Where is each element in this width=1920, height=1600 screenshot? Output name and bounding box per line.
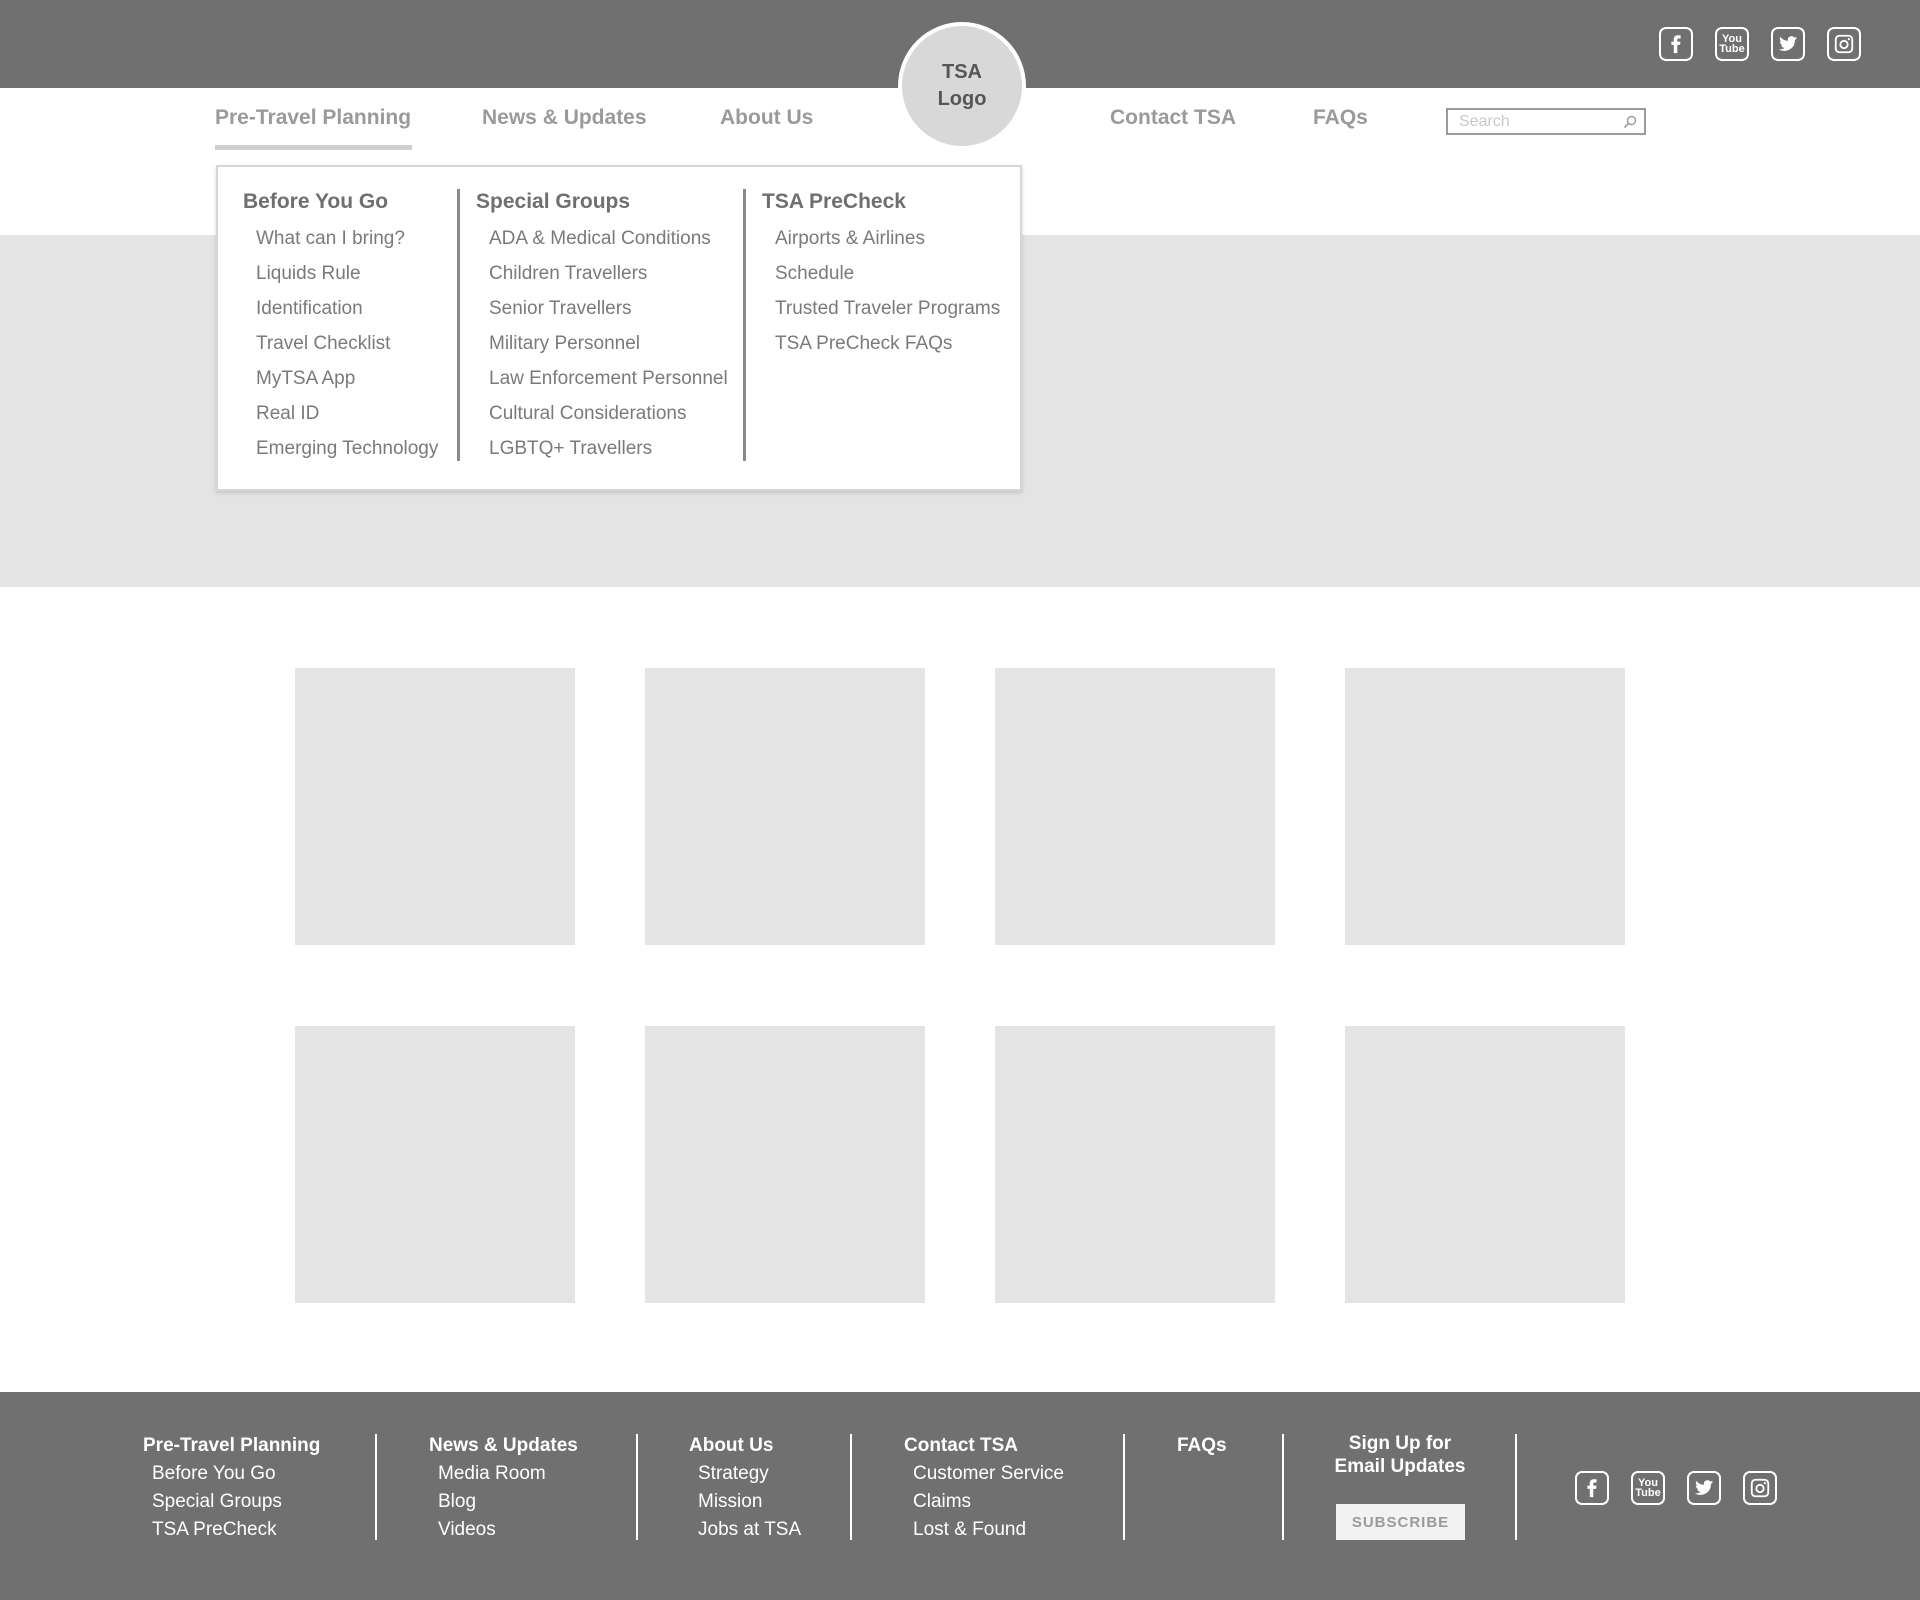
logo-line-2: Logo	[937, 88, 987, 110]
menu-link[interactable]: Cultural Considerations	[476, 396, 728, 431]
menu-link[interactable]: Schedule	[762, 256, 1000, 291]
logo-line-1: TSA	[942, 61, 982, 83]
signup-line-2: Email Updates	[1334, 1456, 1466, 1477]
menu-link[interactable]: Children Travellers	[476, 256, 728, 291]
content-tile[interactable]	[295, 1026, 575, 1303]
menu-link[interactable]: What can I bring?	[243, 221, 438, 256]
footer-link[interactable]: Videos	[429, 1516, 578, 1544]
content-tile[interactable]	[295, 668, 575, 945]
menu-column-tsa-precheck: TSA PreCheck Airports & Airlines Schedul…	[762, 187, 1000, 361]
facebook-icon[interactable]	[1575, 1471, 1609, 1505]
menu-link[interactable]: ADA & Medical Conditions	[476, 221, 728, 256]
footer-divider	[1123, 1434, 1125, 1540]
footer-divider	[636, 1434, 638, 1540]
menu-divider	[457, 189, 460, 461]
content-tile[interactable]	[1345, 668, 1625, 945]
footer-link[interactable]: Customer Service	[904, 1460, 1064, 1488]
search-input[interactable]	[1448, 110, 1608, 133]
menu-heading[interactable]: TSA PreCheck	[762, 187, 1000, 221]
search-box	[1446, 108, 1646, 135]
footer-heading[interactable]: News & Updates	[429, 1432, 578, 1460]
footer-link[interactable]: Jobs at TSA	[689, 1516, 801, 1544]
menu-link[interactable]: Real ID	[243, 396, 438, 431]
menu-heading[interactable]: Before You Go	[243, 187, 438, 221]
content-tile[interactable]	[645, 1026, 925, 1303]
menu-heading[interactable]: Special Groups	[476, 187, 728, 221]
footer-link[interactable]: Before You Go	[143, 1460, 320, 1488]
footer: Pre-Travel Planning Before You Go Specia…	[0, 1392, 1920, 1600]
footer-heading[interactable]: Contact TSA	[904, 1432, 1064, 1460]
search-icon[interactable]	[1622, 114, 1638, 130]
content-tile[interactable]	[645, 668, 925, 945]
footer-column-contact: Contact TSA Customer Service Claims Lost…	[904, 1432, 1064, 1544]
facebook-icon[interactable]	[1659, 27, 1693, 61]
instagram-icon[interactable]	[1743, 1471, 1777, 1505]
twitter-icon[interactable]	[1771, 27, 1805, 61]
footer-heading[interactable]: FAQs	[1177, 1432, 1227, 1460]
footer-link[interactable]: TSA PreCheck	[143, 1516, 320, 1544]
footer-link[interactable]: Blog	[429, 1488, 578, 1516]
content-tile[interactable]	[1345, 1026, 1625, 1303]
pre-travel-mega-menu: Before You Go What can I bring? Liquids …	[216, 165, 1022, 491]
menu-divider	[743, 189, 746, 461]
signup-line-1: Sign Up for	[1348, 1433, 1452, 1454]
footer-heading[interactable]: About Us	[689, 1432, 801, 1460]
menu-link[interactable]: Airports & Airlines	[762, 221, 1000, 256]
footer-link[interactable]: Media Room	[429, 1460, 578, 1488]
menu-link[interactable]: Liquids Rule	[243, 256, 438, 291]
menu-column-special-groups: Special Groups ADA & Medical Conditions …	[476, 187, 728, 466]
twitter-icon[interactable]	[1687, 1471, 1721, 1505]
footer-heading[interactable]: Pre-Travel Planning	[143, 1432, 320, 1460]
menu-link[interactable]: Identification	[243, 291, 438, 326]
footer-column-faqs: FAQs	[1177, 1432, 1227, 1460]
footer-divider	[1282, 1434, 1284, 1540]
menu-link[interactable]: TSA PreCheck FAQs	[762, 326, 1000, 361]
footer-link[interactable]: Lost & Found	[904, 1516, 1064, 1544]
youtube-icon[interactable]: You Tube	[1631, 1471, 1665, 1505]
active-nav-underline	[215, 145, 412, 150]
footer-link[interactable]: Claims	[904, 1488, 1064, 1516]
content-tile[interactable]	[995, 668, 1275, 945]
footer-link[interactable]: Mission	[689, 1488, 801, 1516]
footer-column-pre-travel: Pre-Travel Planning Before You Go Specia…	[143, 1432, 320, 1544]
footer-divider	[375, 1434, 377, 1540]
nav-about-us[interactable]: About Us	[720, 106, 813, 130]
footer-link[interactable]: Strategy	[689, 1460, 801, 1488]
footer-column-news: News & Updates Media Room Blog Videos	[429, 1432, 578, 1544]
menu-link[interactable]: Trusted Traveler Programs	[762, 291, 1000, 326]
footer-divider	[1515, 1434, 1517, 1540]
tsa-logo[interactable]: TSA Logo	[898, 22, 1026, 150]
menu-link[interactable]: Travel Checklist	[243, 326, 438, 361]
footer-divider	[850, 1434, 852, 1540]
footer-column-about: About Us Strategy Mission Jobs at TSA	[689, 1432, 801, 1544]
youtube-icon[interactable]: You Tube	[1715, 27, 1749, 61]
nav-news-updates[interactable]: News & Updates	[482, 106, 647, 130]
menu-link[interactable]: Senior Travellers	[476, 291, 728, 326]
content-tile[interactable]	[995, 1026, 1275, 1303]
menu-link[interactable]: LGBTQ+ Travellers	[476, 431, 728, 466]
footer-link[interactable]: Special Groups	[143, 1488, 320, 1516]
instagram-icon[interactable]	[1827, 27, 1861, 61]
email-signup: Sign Up for Email Updates	[1320, 1432, 1480, 1478]
nav-pre-travel-planning[interactable]: Pre-Travel Planning	[215, 106, 411, 130]
nav-faqs[interactable]: FAQs	[1313, 106, 1368, 130]
subscribe-button[interactable]: SUBSCRIBE	[1336, 1504, 1465, 1540]
menu-link[interactable]: MyTSA App	[243, 361, 438, 396]
menu-column-before-you-go: Before You Go What can I bring? Liquids …	[243, 187, 438, 466]
menu-link[interactable]: Law Enforcement Personnel	[476, 361, 728, 396]
nav-contact-tsa[interactable]: Contact TSA	[1110, 106, 1236, 130]
menu-link[interactable]: Military Personnel	[476, 326, 728, 361]
menu-link[interactable]: Emerging Technology	[243, 431, 438, 466]
